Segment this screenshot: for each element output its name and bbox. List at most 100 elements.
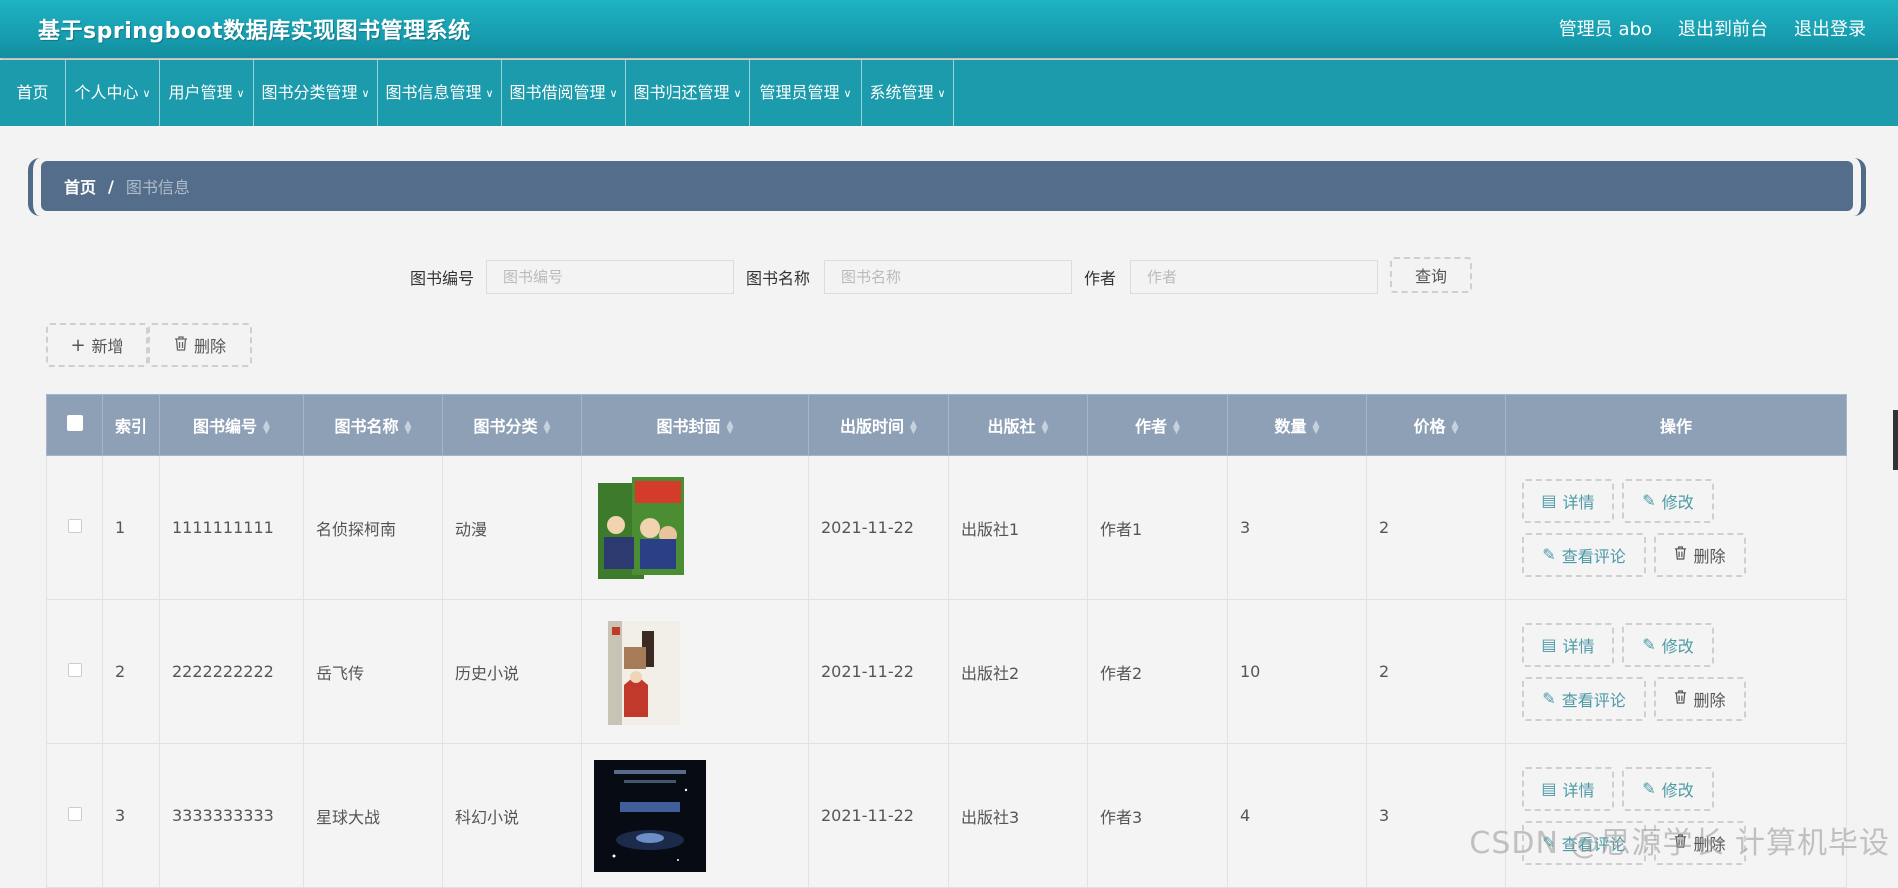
col-index-label: 索引 [114, 417, 147, 436]
breadcrumb-home[interactable]: 首页 [64, 174, 96, 198]
col-book-name[interactable]: 图书名称 ▲ ▼ [303, 394, 443, 456]
delete-button[interactable]: 删除 [1654, 676, 1746, 721]
book-cover-image[interactable] [594, 617, 694, 727]
nav-item-return-management[interactable]: 图书归还管理 ∨ [626, 60, 750, 126]
cell-cover [581, 599, 809, 744]
cell-price: 3 [1366, 743, 1506, 888]
edit-label: 修改 [1661, 492, 1694, 512]
batch-delete-button[interactable]: 删除 [148, 323, 252, 367]
col-book-no[interactable]: 图书编号 ▲ ▼ [159, 394, 304, 456]
col-category-label: 图书分类 [473, 417, 538, 436]
add-button-label: 新增 [91, 337, 124, 356]
sort-icon[interactable]: ▲ ▼ [1452, 419, 1459, 435]
trash-icon [1674, 689, 1687, 708]
col-operations: 操作 [1505, 394, 1847, 456]
book-name-input[interactable] [824, 260, 1072, 294]
view-comments-button[interactable]: ✎ 查看评论 [1522, 532, 1646, 577]
pencil-icon: ✎ [1542, 689, 1556, 708]
nav-item-home[interactable]: 首页 [0, 60, 66, 126]
nav-item-borrow-management[interactable]: 图书借阅管理 ∨ [502, 60, 626, 126]
nav-item-admin-management[interactable]: 管理员管理 ∨ [750, 60, 862, 126]
cell-quantity: 4 [1227, 743, 1367, 888]
col-cover[interactable]: 图书封面 ▲ ▼ [581, 394, 809, 456]
cell-pub-date: 2021-11-22 [808, 455, 949, 600]
breadcrumb-separator: / [108, 176, 114, 196]
app-title: 基于springboot数据库实现图书管理系统 [38, 19, 471, 44]
document-icon: ▤ [1541, 635, 1557, 654]
col-publisher[interactable]: 出版社 ▲ ▼ [948, 394, 1088, 456]
delete-button[interactable]: 删除 [1654, 532, 1746, 577]
col-price[interactable]: 价格 ▲ ▼ [1366, 394, 1506, 456]
edit-button[interactable]: ✎ 修改 [1622, 766, 1714, 811]
edit-label: 修改 [1661, 636, 1694, 656]
nav-item-label: 管理员管理 [759, 83, 840, 102]
pencil-icon: ✎ [1642, 779, 1656, 798]
view-comments-button[interactable]: ✎ 查看评论 [1522, 676, 1646, 721]
row-checkbox[interactable] [67, 519, 82, 533]
col-pub-date[interactable]: 出版时间 ▲ ▼ [808, 394, 949, 456]
col-quantity-label: 数量 [1274, 417, 1307, 436]
logout-link[interactable]: 退出登录 [1794, 15, 1866, 41]
cell-pub-date: 2021-11-22 [808, 743, 949, 888]
sort-icon[interactable]: ▲ ▼ [405, 419, 412, 435]
cell-publisher: 出版社1 [948, 455, 1088, 600]
nav-item-category-management[interactable]: 图书分类管理 ∨ [254, 60, 378, 126]
detail-label: 详情 [1562, 780, 1595, 800]
breadcrumb: 首页 / 图书信息 [28, 158, 1866, 216]
add-button[interactable]: + 新增 [46, 323, 148, 367]
cell-book-name: 岳飞传 [303, 599, 443, 744]
author-input[interactable] [1130, 260, 1378, 294]
cell-book-name: 名侦探柯南 [303, 455, 443, 600]
cell-operations: ▤ 详情 ✎ 修改 ✎ 查看评论 删除 [1505, 599, 1847, 744]
col-pub-date-label: 出版时间 [840, 417, 905, 436]
cell-pub-date: 2021-11-22 [808, 599, 949, 744]
book-no-input[interactable] [486, 260, 734, 294]
view-comments-label: 查看评论 [1561, 546, 1626, 566]
view-comments-label: 查看评论 [1561, 690, 1626, 710]
page-scrollbar-thumb[interactable] [1893, 410, 1898, 470]
nav-item-personal-center[interactable]: 个人中心 ∨ [66, 60, 160, 126]
nav-item-label: 系统管理 [869, 83, 934, 102]
cell-cover [581, 743, 809, 888]
header-links: 管理员 abo 退出到前台 退出登录 [1559, 15, 1866, 41]
back-to-front-link[interactable]: 退出到前台 [1678, 15, 1768, 41]
query-button[interactable]: 查询 [1390, 257, 1472, 293]
select-all-checkbox[interactable] [66, 415, 83, 431]
book-cover-image[interactable] [594, 473, 694, 583]
book-cover-image[interactable] [594, 759, 706, 872]
detail-button[interactable]: ▤ 详情 [1522, 478, 1614, 523]
cell-index: 2 [102, 599, 160, 744]
nav-item-system-management[interactable]: 系统管理 ∨ [862, 60, 954, 126]
breadcrumb-current: 图书信息 [125, 178, 190, 197]
sort-icon[interactable]: ▲ ▼ [263, 419, 270, 435]
cell-book-no: 3333333333 [159, 743, 304, 888]
sort-icon[interactable]: ▲ ▼ [1313, 419, 1320, 435]
document-icon: ▤ [1541, 779, 1557, 798]
document-icon: ▤ [1541, 491, 1557, 510]
row-checkbox[interactable] [67, 663, 82, 677]
col-author[interactable]: 作者 ▲ ▼ [1087, 394, 1228, 456]
col-quantity[interactable]: 数量 ▲ ▼ [1227, 394, 1367, 456]
detail-button[interactable]: ▤ 详情 [1522, 622, 1614, 667]
cell-book-no: 2222222222 [159, 599, 304, 744]
sort-icon[interactable]: ▲ ▼ [727, 419, 734, 435]
col-operations-label: 操作 [1659, 417, 1692, 436]
main-nav: 首页 个人中心 ∨ 用户管理 ∨ 图书分类管理 ∨ 图书信息管理 ∨ 图书借阅管理 ∨ 图… [0, 60, 1898, 126]
col-category[interactable]: 图书分类 ▲ ▼ [442, 394, 582, 456]
edit-button[interactable]: ✎ 修改 [1622, 622, 1714, 667]
trash-icon [1674, 545, 1687, 564]
detail-label: 详情 [1562, 492, 1595, 512]
detail-label: 详情 [1562, 636, 1595, 656]
sort-icon[interactable]: ▲ ▼ [1173, 419, 1180, 435]
nav-item-user-management[interactable]: 用户管理 ∨ [160, 60, 254, 126]
edit-button[interactable]: ✎ 修改 [1622, 478, 1714, 523]
sort-icon[interactable]: ▲ ▼ [544, 419, 551, 435]
batch-delete-label: 删除 [193, 337, 226, 356]
row-checkbox[interactable] [67, 807, 82, 821]
author-label: 作者 [1084, 269, 1117, 288]
detail-button[interactable]: ▤ 详情 [1522, 766, 1614, 811]
admin-user-label: 管理员 abo [1558, 19, 1652, 40]
nav-item-book-info-management[interactable]: 图书信息管理 ∨ [378, 60, 502, 126]
sort-icon[interactable]: ▲ ▼ [1042, 419, 1049, 435]
sort-icon[interactable]: ▲ ▼ [910, 419, 917, 435]
